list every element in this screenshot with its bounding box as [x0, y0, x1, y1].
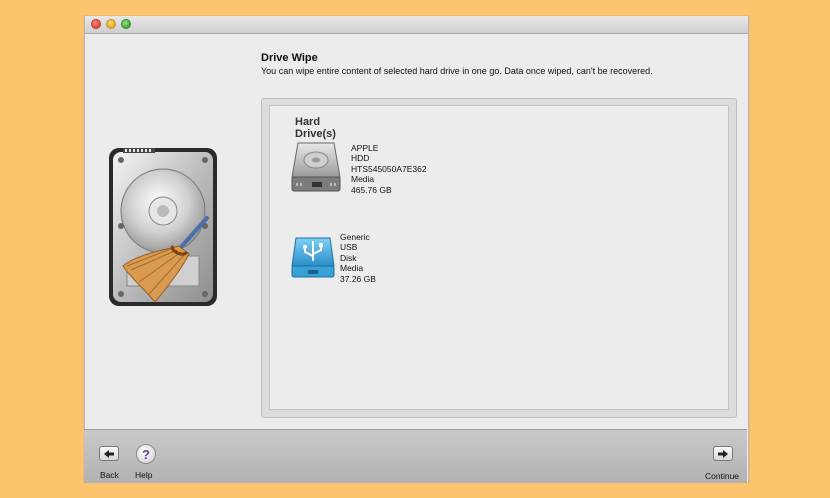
title-bar: [85, 16, 748, 34]
page-description: You can wipe entire content of selected …: [261, 66, 653, 76]
drives-title: Hard Drive(s): [295, 116, 336, 140]
drive-type: HDD: [351, 153, 370, 164]
question-mark-icon: ?: [142, 446, 150, 462]
drive-vendor: Generic: [340, 232, 370, 242]
drive-type: USB: [340, 242, 358, 253]
drive-size: 37.26 GB: [340, 273, 376, 284]
drive-info-apple: APPLE HDD HTS545050A7E362 Media 465.76 G…: [351, 143, 427, 195]
page-title: Drive Wipe: [261, 52, 318, 64]
back-label: Back: [100, 470, 119, 480]
drive-media: Media: [351, 174, 375, 185]
footer-bar: Back ? Help Continue: [84, 429, 747, 483]
drive-media: Media: [340, 263, 364, 274]
zoom-window-button[interactable]: [121, 19, 131, 29]
help-label: Help: [135, 470, 153, 480]
continue-label: Continue: [705, 471, 740, 481]
arrow-left-icon: [104, 449, 114, 458]
arrow-right-icon: [718, 449, 728, 458]
drive-wipe-illustration-icon: [109, 148, 217, 306]
drive-model: HTS545050A7E362: [351, 163, 427, 174]
help-button[interactable]: ?: [136, 444, 156, 464]
continue-button[interactable]: [713, 446, 733, 461]
drive-size: 465.76 GB: [351, 184, 392, 195]
drive-model: Disk: [340, 252, 357, 263]
close-window-button[interactable]: [91, 19, 101, 29]
drive-vendor: APPLE: [351, 143, 379, 153]
back-button[interactable]: [99, 446, 119, 461]
hard-drive-icon: [291, 142, 341, 192]
usb-drive-icon: [291, 237, 335, 278]
drive-info-generic: Generic USB Disk Media 37.26 GB: [340, 232, 376, 284]
minimize-window-button[interactable]: [106, 19, 116, 29]
